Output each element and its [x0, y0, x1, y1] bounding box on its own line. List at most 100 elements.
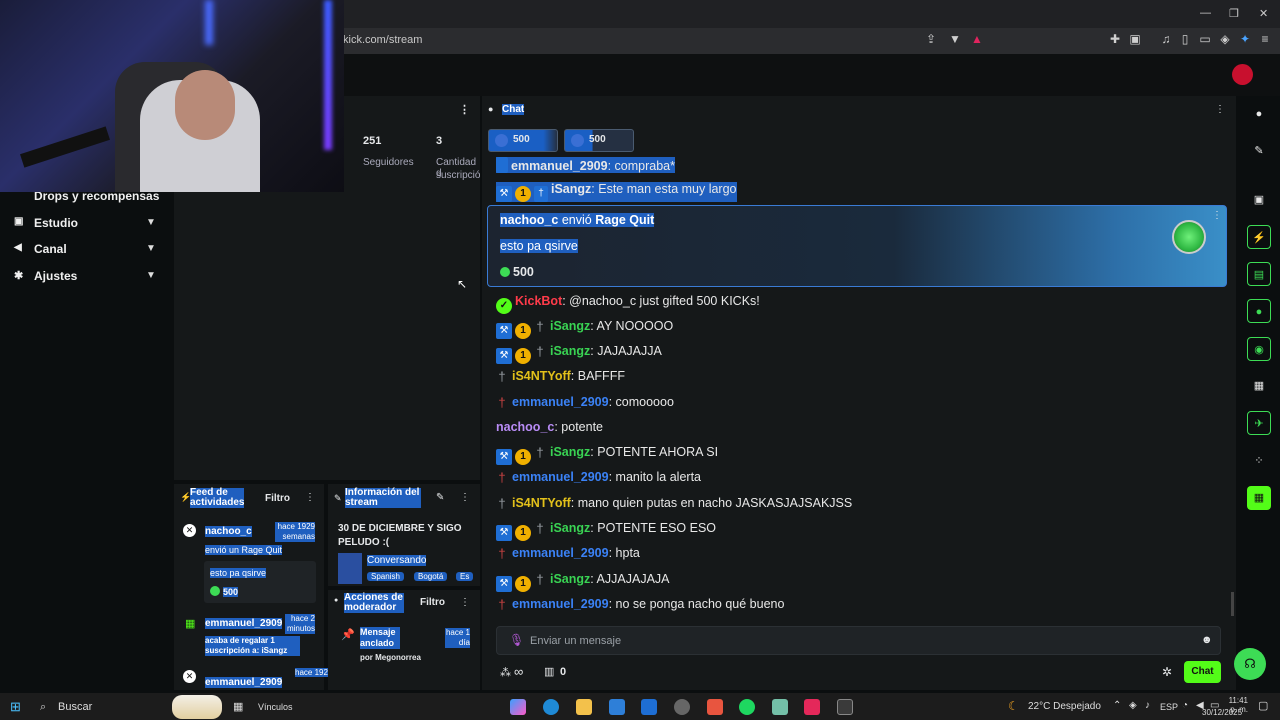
- more-options-icon[interactable]: ⋮: [460, 492, 470, 503]
- extensions-icon[interactable]: ✚: [1108, 32, 1122, 46]
- wifi-icon[interactable]: ◔: [1182, 700, 1188, 711]
- folder-icon[interactable]: [576, 699, 592, 715]
- chat-scrollbar[interactable]: [1231, 592, 1234, 616]
- store-icon[interactable]: [609, 699, 625, 715]
- record-icon[interactable]: ▣: [1247, 188, 1271, 212]
- search-icon[interactable]: ⌕: [40, 701, 46, 714]
- edit-icon[interactable]: ✎: [436, 492, 444, 503]
- goal-bar-1[interactable]: 500: [488, 129, 558, 152]
- wallet-icon[interactable]: ▭: [1198, 32, 1212, 46]
- chat-user[interactable]: emmanuel_2909: [511, 159, 608, 173]
- chat-user[interactable]: iS4NTYoff: [512, 496, 571, 510]
- tag-chip[interactable]: Bogotá: [414, 572, 448, 581]
- maximize-button[interactable]: ❐: [1229, 7, 1239, 20]
- taskbar-links[interactable]: Vínculos: [258, 702, 293, 712]
- language-indicator[interactable]: ESP: [1160, 702, 1178, 712]
- more-options-icon[interactable]: ⋮: [460, 597, 470, 608]
- chat-user[interactable]: iSangz: [550, 445, 590, 459]
- chevron-down-icon[interactable]: ▼: [146, 243, 156, 254]
- windows-start-icon[interactable]: ⊞: [10, 699, 21, 715]
- task-view-icon[interactable]: ▦: [233, 700, 243, 713]
- broadcast-icon[interactable]: ◉: [1247, 337, 1271, 361]
- chat-bubble-icon[interactable]: ●: [1247, 299, 1271, 323]
- headset-support-button[interactable]: ☊: [1234, 648, 1266, 680]
- document-icon[interactable]: ▤: [1247, 262, 1271, 286]
- nav-item-estudio[interactable]: Estudio: [34, 216, 78, 230]
- nav-item-ajustes[interactable]: Ajustes: [34, 269, 77, 283]
- avatar[interactable]: [1232, 64, 1253, 85]
- chat-user[interactable]: emmanuel_2909: [512, 546, 609, 560]
- spotify-icon[interactable]: [739, 699, 755, 715]
- tray-chevron-icon[interactable]: ⌃: [1113, 700, 1121, 711]
- gear-icon[interactable]: ✲: [1162, 665, 1172, 679]
- tag-chip[interactable]: Es: [456, 572, 474, 581]
- more-options-icon[interactable]: ⋮: [459, 103, 470, 116]
- ai-icon[interactable]: ✦: [1238, 32, 1252, 46]
- tray-app-icon[interactable]: ◈: [1129, 700, 1137, 711]
- nav-item-canal[interactable]: Canal: [34, 242, 67, 256]
- people-icon[interactable]: ⁂: [500, 666, 511, 679]
- chevron-down-icon[interactable]: ▼: [146, 270, 156, 281]
- app-icon[interactable]: [674, 699, 690, 715]
- bolt-icon[interactable]: ⚡: [1247, 225, 1271, 249]
- sidebar-icon[interactable]: ▯: [1178, 32, 1192, 46]
- chat-user[interactable]: iSangz: [550, 344, 590, 358]
- goal-bar-2[interactable]: 500: [564, 129, 634, 152]
- dots-icon[interactable]: ⁘: [1247, 449, 1271, 473]
- chat-user[interactable]: iS4NTYoff: [512, 369, 571, 383]
- chat-user[interactable]: emmanuel_2909: [512, 470, 609, 484]
- stream-category[interactable]: Conversando: [367, 555, 427, 566]
- tiktok-icon[interactable]: [804, 699, 820, 715]
- feed-filter-button[interactable]: Filtro: [265, 493, 290, 504]
- chat-user[interactable]: iSangz: [550, 521, 590, 535]
- notifications-icon[interactable]: ▢: [1258, 699, 1268, 712]
- chat-user[interactable]: iSangz: [550, 572, 590, 586]
- chat-user[interactable]: emmanuel_2909: [512, 597, 609, 611]
- edge-icon[interactable]: [543, 699, 559, 715]
- app-icon[interactable]: [772, 699, 788, 715]
- close-window-button[interactable]: ✕: [1259, 7, 1268, 20]
- screenshot-icon[interactable]: ▣: [1128, 32, 1142, 46]
- feed-user[interactable]: emmanuel_2909: [205, 618, 283, 629]
- feed-user[interactable]: emmanuel_2909: [205, 677, 283, 688]
- chat-user[interactable]: KickBot: [515, 294, 562, 308]
- tag-chip[interactable]: Spanish: [367, 572, 404, 581]
- menu-icon[interactable]: ≡: [1258, 32, 1272, 46]
- chat-user[interactable]: nachoo_c: [496, 420, 554, 434]
- chat-user[interactable]: iSangz: [550, 319, 590, 333]
- feed-user[interactable]: nachoo_c: [205, 526, 252, 537]
- layers-icon[interactable]: ▦: [1247, 374, 1271, 398]
- music-icon[interactable]: ♫: [1159, 32, 1173, 46]
- mic-tray-icon[interactable]: ♪: [1145, 700, 1150, 711]
- send-chat-button[interactable]: Chat: [1184, 661, 1221, 683]
- minimize-button[interactable]: —: [1200, 7, 1211, 19]
- mod-filter-button[interactable]: Filtro: [420, 597, 445, 608]
- taskbar-search[interactable]: Buscar: [58, 701, 92, 713]
- share-icon[interactable]: ⇪: [924, 32, 938, 46]
- clapper-icon[interactable]: ▦: [1247, 486, 1271, 510]
- brave-icon[interactable]: [707, 699, 723, 715]
- emoji-icon[interactable]: ☻: [1201, 634, 1213, 646]
- more-options-icon[interactable]: ⋮: [305, 492, 315, 503]
- calculator-icon[interactable]: [837, 699, 853, 715]
- url-text[interactable]: kick.com/stream: [343, 34, 422, 46]
- chat-user[interactable]: emmanuel_2909: [512, 395, 609, 409]
- mail-icon[interactable]: [641, 699, 657, 715]
- chevron-down-icon[interactable]: ▼: [146, 217, 156, 228]
- weather-text[interactable]: 22°C Despejado: [1028, 701, 1101, 712]
- store-icon[interactable]: ▥: [544, 665, 554, 678]
- more-options-icon[interactable]: ⋮: [1212, 210, 1222, 221]
- rewards-icon[interactable]: ▲: [970, 32, 984, 46]
- clock-date[interactable]: 30/12/2025: [1202, 708, 1242, 717]
- more-options-icon[interactable]: ⋮: [1215, 104, 1225, 115]
- chat-input[interactable]: 🎙 Enviar un mensaje ☻: [496, 626, 1221, 655]
- edit-icon[interactable]: ✎: [1247, 139, 1271, 163]
- shield-icon[interactable]: ▼: [948, 32, 962, 46]
- mic-icon[interactable]: 🎙: [509, 633, 524, 647]
- info-icon[interactable]: ●: [1247, 102, 1271, 126]
- copilot-icon[interactable]: [510, 699, 526, 715]
- vpn-icon[interactable]: ◈: [1218, 32, 1232, 46]
- chat-user[interactable]: iSangz: [551, 182, 591, 196]
- wrench-icon[interactable]: ✈: [1247, 411, 1271, 435]
- gift-user[interactable]: nachoo_c: [500, 213, 558, 227]
